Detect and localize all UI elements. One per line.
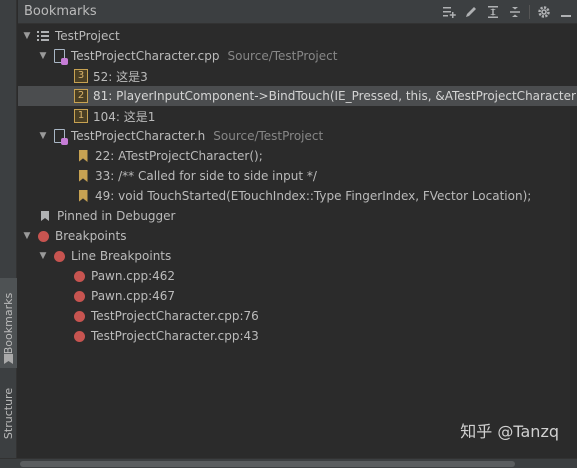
expand-all-icon[interactable]	[482, 0, 504, 24]
tab-structure-label: Structure	[2, 387, 16, 439]
breakpoint-icon	[72, 329, 86, 343]
bookmark-icon	[76, 149, 90, 163]
breakpoint-location: TestProjectCharacter.cpp:76	[91, 309, 259, 323]
bookmark-row[interactable]: 33: /** Called for side to side input */	[18, 166, 577, 186]
chevron-down-icon[interactable]: ▼	[22, 231, 32, 241]
line-breakpoints-label: Line Breakpoints	[71, 249, 172, 263]
chevron-down-icon[interactable]: ▼	[38, 51, 48, 61]
chevron-down-icon[interactable]: ▼	[22, 31, 32, 41]
breakpoints-node[interactable]: ▼ Breakpoints	[18, 226, 577, 246]
breakpoints-label: Breakpoints	[55, 229, 127, 243]
breakpoint-icon	[52, 249, 66, 263]
bookmark-row-selected[interactable]: 2 81: PlayerInputComponent->BindTouch(IE…	[18, 86, 577, 106]
panel-header: Bookmarks	[18, 0, 577, 24]
header-file-icon	[52, 129, 68, 145]
bookmark-text: 104: 这是1	[93, 109, 156, 124]
breakpoint-row[interactable]: Pawn.cpp:462	[18, 266, 577, 286]
breakpoint-icon	[72, 309, 86, 323]
bookmark-text: 52: 这是3	[93, 69, 148, 84]
add-bookmark-icon[interactable]	[438, 0, 460, 24]
tab-bookmarks-label: Bookmarks	[2, 292, 15, 354]
mnemonic-badge: 3	[74, 69, 88, 83]
bookmark-text: 22: ATestProjectCharacter();	[95, 149, 263, 163]
chevron-down-icon[interactable]: ▼	[38, 131, 48, 141]
bookmark-icon	[4, 354, 13, 364]
breakpoint-location: TestProjectCharacter.cpp:43	[91, 329, 259, 343]
list-icon	[36, 29, 50, 43]
hide-icon[interactable]	[555, 0, 577, 24]
bookmark-row[interactable]: 1 104: 这是1	[18, 106, 577, 126]
bookmark-text: 49: void TouchStarted(ETouchIndex::Type …	[95, 189, 532, 203]
bookmarks-panel: Bookmarks ▼ TestProject ▼ TestProjectCha…	[18, 0, 577, 458]
file-node-h[interactable]: ▼ TestProjectCharacter.h Source/TestProj…	[18, 126, 577, 146]
edit-icon[interactable]	[460, 0, 482, 24]
breakpoint-location: Pawn.cpp:467	[91, 289, 176, 303]
tab-bookmarks[interactable]: Bookmarks	[0, 278, 17, 368]
breakpoint-row[interactable]: TestProjectCharacter.cpp:43	[18, 326, 577, 346]
tab-structure[interactable]: Structure	[0, 378, 17, 448]
project-label: TestProject	[55, 29, 120, 43]
pinned-node[interactable]: Pinned in Debugger	[18, 206, 577, 226]
horizontal-scrollbar[interactable]	[0, 458, 577, 468]
tree-root[interactable]: ▼ TestProject	[18, 26, 577, 46]
file-path: Source/TestProject	[227, 49, 338, 63]
pinned-label: Pinned in Debugger	[57, 209, 176, 223]
bookmark-row[interactable]: 49: void TouchStarted(ETouchIndex::Type …	[18, 186, 577, 206]
breakpoint-row[interactable]: TestProjectCharacter.cpp:76	[18, 306, 577, 326]
settings-icon[interactable]	[533, 0, 555, 24]
pin-icon	[38, 209, 52, 223]
bookmark-icon	[76, 189, 90, 203]
bookmarks-tree: ▼ TestProject ▼ TestProjectCharacter.cpp…	[18, 24, 577, 346]
scrollbar-thumb[interactable]	[20, 461, 515, 467]
bookmark-icon	[76, 169, 90, 183]
file-path: Source/TestProject	[213, 129, 324, 143]
line-breakpoints-node[interactable]: ▼ Line Breakpoints	[18, 246, 577, 266]
breakpoint-icon	[72, 289, 86, 303]
bookmark-row[interactable]: 3 52: 这是3	[18, 66, 577, 86]
panel-title: Bookmarks	[24, 4, 97, 19]
chevron-down-icon[interactable]: ▼	[38, 251, 48, 261]
breakpoint-location: Pawn.cpp:462	[91, 269, 176, 283]
breakpoint-row[interactable]: Pawn.cpp:467	[18, 286, 577, 306]
mnemonic-badge: 2	[74, 89, 88, 103]
breakpoint-icon	[36, 229, 50, 243]
toolbar-separator	[529, 4, 530, 19]
tool-window-strip: Bookmarks Structure	[0, 0, 17, 458]
cpp-file-icon	[52, 49, 68, 65]
breakpoint-icon	[72, 269, 86, 283]
bookmark-row[interactable]: 22: ATestProjectCharacter();	[18, 146, 577, 166]
mnemonic-badge: 1	[74, 109, 88, 123]
bookmark-text: 81: PlayerInputComponent->BindTouch(IE_P…	[93, 89, 577, 103]
watermark: 知乎 @Tanzq	[460, 422, 559, 441]
bookmark-text: 33: /** Called for side to side input */	[95, 169, 317, 183]
file-name: TestProjectCharacter.h	[71, 129, 206, 143]
file-node-cpp[interactable]: ▼ TestProjectCharacter.cpp Source/TestPr…	[18, 46, 577, 66]
collapse-all-icon[interactable]	[504, 0, 526, 24]
file-name: TestProjectCharacter.cpp	[71, 49, 220, 63]
